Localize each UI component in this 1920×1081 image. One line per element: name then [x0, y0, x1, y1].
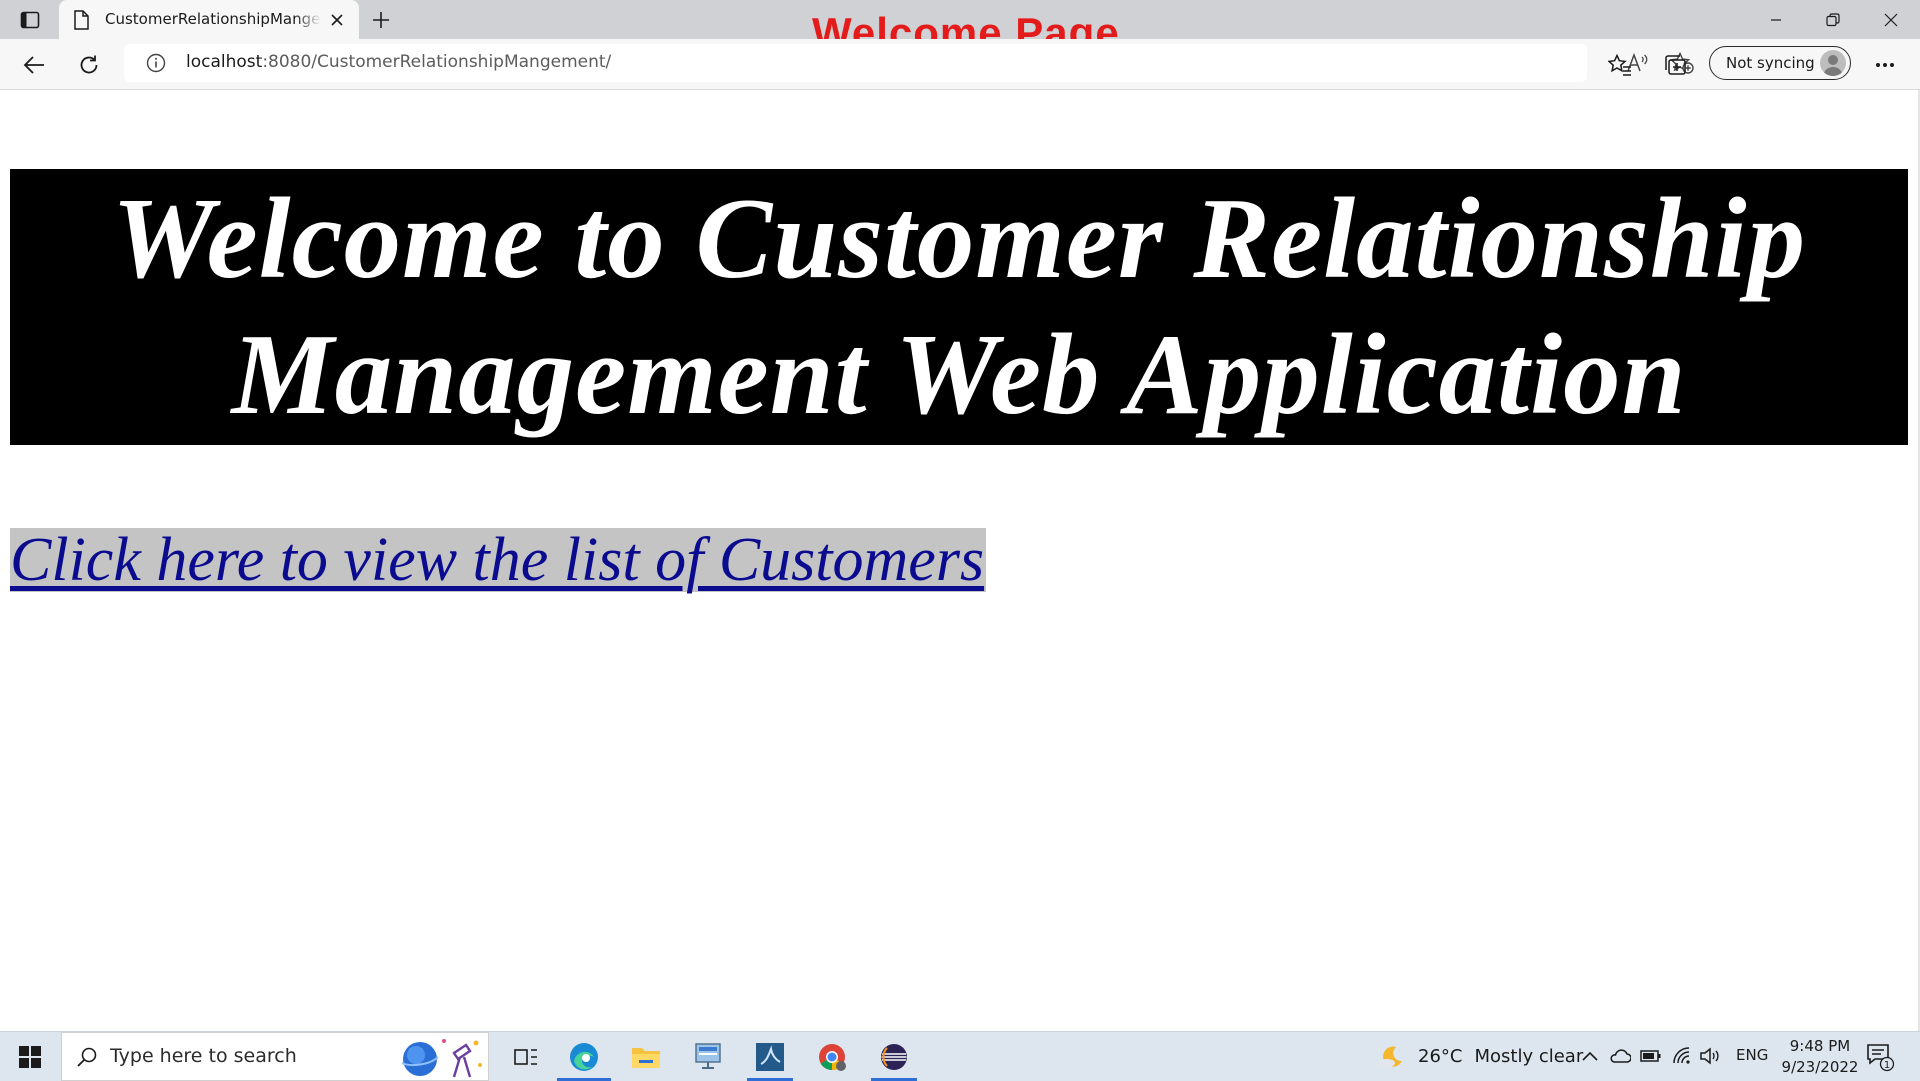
search-highlight-icon [401, 1039, 482, 1078]
close-icon [1884, 13, 1898, 26]
url-path: :8080/CustomerRelationshipMangement/ [262, 52, 612, 72]
chevron-up-icon[interactable] [1582, 1046, 1598, 1066]
favorites-icon [1608, 54, 1631, 76]
edge-icon [570, 1042, 598, 1071]
language-indicator[interactable]: ENG [1736, 1046, 1768, 1064]
taskbar-app-network[interactable] [677, 1032, 739, 1081]
windows-taskbar: Type here to search 26°C Mostly clear EN… [0, 1031, 1920, 1081]
person-icon [1823, 55, 1843, 76]
active-tab[interactable]: CustomerRelationshipMangement [59, 0, 359, 39]
tab-actions-button[interactable] [17, 9, 43, 31]
favorites-button[interactable] [1604, 49, 1636, 81]
weather-temperature: 26°C [1418, 1046, 1463, 1067]
tab-title: CustomerRelationshipMangement [105, 10, 321, 28]
taskbar-app-edge[interactable] [553, 1032, 615, 1081]
moon-icon [1379, 1046, 1402, 1067]
banner-heading: Welcome to Customer Relationship Managem… [111, 175, 1807, 438]
tab-close-button[interactable] [327, 10, 347, 30]
back-button[interactable] [18, 49, 50, 81]
avatar [1820, 50, 1846, 76]
address-bar[interactable]: localhost:8080/CustomerRelationshipMange… [124, 44, 1694, 82]
page-viewport: Welcome to Customer Relationship Managem… [0, 90, 1920, 1031]
weather-description: Mostly clear [1474, 1046, 1584, 1067]
battery-icon[interactable] [1640, 1046, 1662, 1066]
weather-widget[interactable]: 26°C Mostly clear [1378, 1032, 1583, 1081]
tab-strip: CustomerRelationshipMangement Welcome Pa… [0, 0, 1920, 56]
taskbar-app-chrome[interactable] [801, 1032, 863, 1081]
minimize-icon [1771, 18, 1781, 21]
more-icon [1876, 63, 1894, 67]
collections-button[interactable] [1659, 49, 1691, 81]
wifi-icon[interactable] [1672, 1046, 1692, 1066]
reload-icon [80, 55, 98, 74]
taskbar-search[interactable]: Type here to search [61, 1032, 489, 1081]
plus-icon [373, 12, 389, 28]
chrome-icon [819, 1043, 846, 1071]
url-host: localhost [186, 52, 263, 72]
profile-button[interactable]: Not syncing [1709, 46, 1851, 80]
monitor-app-icon [695, 1042, 721, 1069]
new-tab-button[interactable] [368, 7, 394, 33]
eclipse-icon [881, 1043, 907, 1070]
close-icon [331, 14, 343, 26]
notification-center-button[interactable]: 1 [1866, 1042, 1895, 1076]
url-text[interactable]: localhost:8080/CustomerRelationshipMange… [186, 52, 611, 72]
task-view-button[interactable] [495, 1032, 557, 1081]
reload-button[interactable] [73, 49, 105, 81]
taskbar-app-mysql-workbench[interactable] [739, 1032, 801, 1081]
task-view-icon [514, 1048, 537, 1065]
notification-count: 1 [1884, 1060, 1890, 1071]
welcome-banner: Welcome to Customer Relationship Managem… [10, 169, 1908, 445]
database-app-icon [756, 1042, 784, 1071]
info-icon[interactable] [146, 53, 166, 73]
minimize-button[interactable] [1747, 0, 1805, 39]
restore-button[interactable] [1804, 0, 1862, 39]
view-customers-link[interactable]: Click here to view the list of Customers [10, 528, 987, 592]
profile-status-label: Not syncing [1726, 54, 1815, 72]
browser-toolbar: localhost:8080/CustomerRelationshipMange… [0, 39, 1920, 90]
page-icon [74, 10, 89, 30]
tab-actions-icon [20, 11, 40, 29]
restore-icon [1826, 12, 1840, 26]
taskbar-app-eclipse[interactable] [863, 1032, 925, 1081]
system-clock[interactable]: 9:48 PM 9/23/2022 [1770, 1036, 1870, 1078]
search-placeholder: Type here to search [110, 1045, 297, 1067]
collections-icon [1665, 55, 1686, 75]
notification-icon: 1 [1867, 1044, 1895, 1072]
volume-icon[interactable] [1699, 1046, 1723, 1066]
arrow-left-icon [23, 56, 44, 74]
clock-date: 9/23/2022 [1781, 1058, 1859, 1076]
search-icon [77, 1047, 97, 1067]
close-window-button[interactable] [1862, 0, 1920, 39]
settings-menu-button[interactable] [1869, 49, 1901, 81]
folder-icon [632, 1047, 660, 1068]
clock-time: 9:48 PM [1789, 1037, 1851, 1055]
taskbar-app-file-explorer[interactable] [615, 1032, 677, 1081]
windows-logo-icon [19, 1046, 41, 1068]
start-button[interactable] [10, 1042, 50, 1072]
cloud-icon[interactable] [1609, 1046, 1631, 1066]
